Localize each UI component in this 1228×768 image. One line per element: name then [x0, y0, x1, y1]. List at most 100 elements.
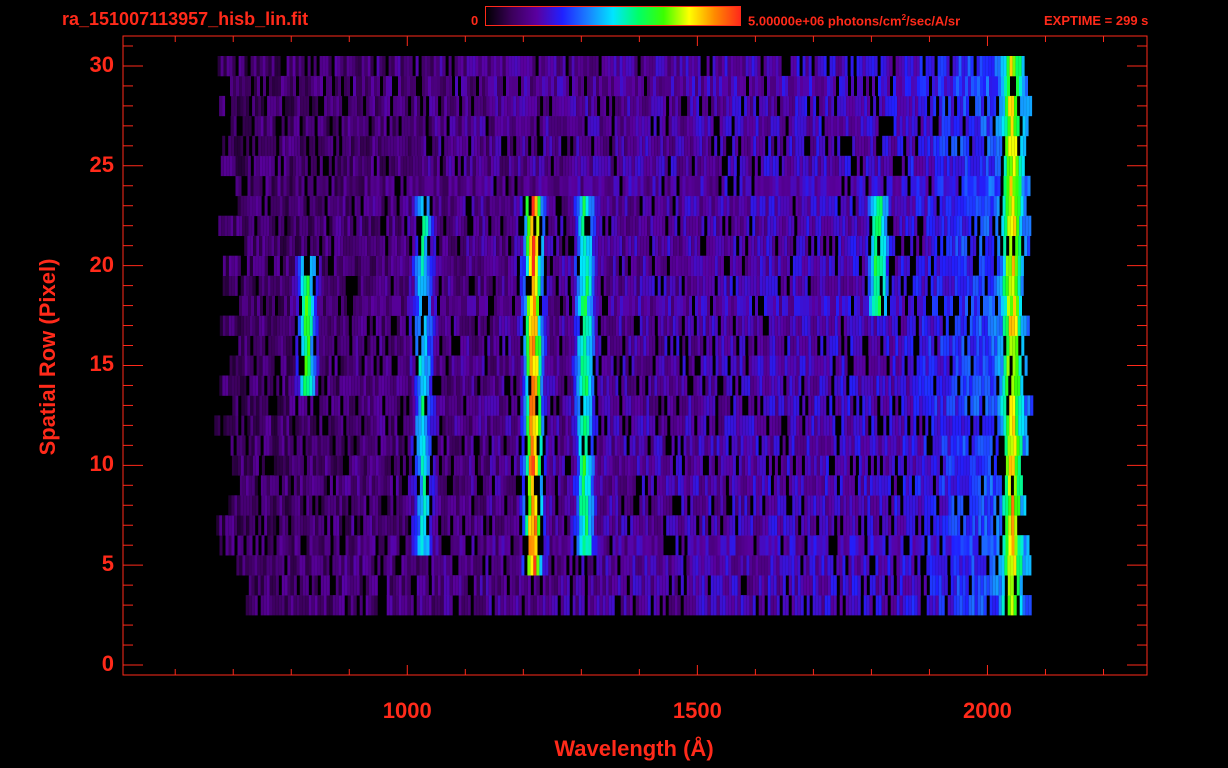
- heatmap-cell: [955, 355, 959, 376]
- heatmap-cell: [690, 535, 694, 556]
- heatmap-cell: [616, 335, 620, 356]
- heatmap-cell: [933, 455, 937, 476]
- heatmap-cell: [654, 375, 658, 396]
- heatmap-cell: [604, 395, 608, 416]
- heatmap-cell: [1024, 235, 1028, 256]
- heatmap-cell: [714, 255, 718, 276]
- heatmap-cell: [834, 315, 838, 336]
- heatmap-cell: [251, 575, 255, 596]
- heatmap-cell: [376, 415, 380, 436]
- heatmap-cell: [527, 575, 531, 596]
- heatmap-cell: [983, 215, 987, 236]
- heatmap-cell: [246, 515, 250, 536]
- heatmap-cell: [873, 535, 877, 556]
- heatmap-cell: [323, 215, 327, 236]
- heatmap-cell: [590, 555, 594, 576]
- heatmap-cell: [356, 295, 359, 316]
- heatmap-cell: [507, 535, 511, 556]
- heatmap-cell: [942, 375, 946, 396]
- heatmap-cell: [878, 595, 882, 616]
- heatmap-cell: [581, 295, 584, 316]
- heatmap-cell: [626, 555, 630, 576]
- heatmap-cell: [401, 295, 404, 316]
- heatmap-cell: [858, 275, 862, 296]
- heatmap-cell: [970, 175, 974, 197]
- heatmap-cell: [336, 255, 340, 276]
- heatmap-cell: [931, 355, 935, 376]
- heatmap-cell: [672, 375, 676, 396]
- heatmap-cell: [740, 295, 743, 316]
- heatmap-cell: [261, 535, 265, 556]
- heatmap-cell: [837, 315, 841, 336]
- heatmap-cell: [896, 435, 900, 456]
- heatmap-cell: [721, 175, 725, 197]
- heatmap-cell: [546, 255, 550, 276]
- heatmap-cell: [989, 595, 993, 616]
- heatmap-cell: [906, 495, 910, 516]
- heatmap-cell: [1018, 415, 1022, 436]
- heatmap-cell: [948, 275, 952, 296]
- heatmap-cell: [374, 575, 378, 596]
- heatmap-cell: [606, 375, 610, 396]
- heatmap-cell: [861, 195, 865, 217]
- heatmap-cell: [546, 495, 550, 516]
- heatmap-cell: [670, 415, 674, 436]
- heatmap-cell: [450, 255, 454, 276]
- heatmap-cell: [795, 455, 799, 476]
- heatmap-cell: [951, 495, 955, 516]
- heatmap-cell: [280, 355, 284, 376]
- heatmap-cell: [324, 495, 328, 516]
- heatmap-cell: [1000, 335, 1004, 356]
- heatmap-cell: [896, 575, 900, 596]
- heatmap-cell: [809, 215, 813, 236]
- heatmap-cell: [408, 375, 412, 396]
- heatmap-cell: [693, 375, 697, 396]
- heatmap-cell: [373, 335, 377, 356]
- heatmap-cell: [741, 455, 745, 476]
- heatmap-cell: [1014, 255, 1018, 276]
- heatmap-cell: [472, 235, 476, 256]
- heatmap-cell: [505, 415, 509, 436]
- heatmap-cell: [674, 575, 678, 596]
- heatmap-cell: [766, 335, 770, 356]
- heatmap-cell: [971, 595, 975, 616]
- heatmap-cell: [277, 395, 281, 416]
- heatmap-cell: [285, 455, 289, 476]
- heatmap-cell: [405, 535, 409, 556]
- heatmap-cell: [888, 535, 892, 556]
- heatmap-cell: [953, 575, 957, 596]
- heatmap-cell: [567, 255, 571, 276]
- heatmap-cell: [828, 515, 832, 536]
- heatmap-cell: [737, 435, 741, 456]
- heatmap-cell: [646, 335, 650, 356]
- heatmap-cell: [802, 335, 806, 356]
- heatmap-cell: [417, 515, 421, 536]
- heatmap-cell: [720, 255, 724, 276]
- heatmap-cell: [253, 175, 257, 197]
- heatmap-cell: [504, 455, 508, 476]
- heatmap-cell: [228, 375, 232, 396]
- heatmap-cell: [635, 295, 638, 316]
- heatmap-cell: [466, 415, 470, 436]
- heatmap-cell: [483, 535, 487, 556]
- heatmap-cell: [311, 575, 315, 596]
- heatmap-cell: [935, 435, 939, 456]
- heatmap-cell: [479, 435, 483, 456]
- heatmap-cell: [312, 315, 316, 336]
- heatmap-cell: [850, 335, 854, 356]
- heatmap-cell: [912, 275, 916, 296]
- heatmap-cell: [237, 535, 241, 556]
- heatmap-cell: [710, 595, 714, 616]
- heatmap-cell: [890, 295, 893, 316]
- heatmap-cell: [330, 195, 334, 217]
- heatmap-cell: [990, 535, 994, 556]
- heatmap-cell: [871, 415, 875, 436]
- heatmap-cell: [765, 495, 769, 516]
- heatmap-cell: [381, 515, 385, 536]
- heatmap-cell: [796, 415, 800, 436]
- heatmap-cell: [479, 575, 483, 596]
- heatmap-cell: [738, 495, 742, 516]
- heatmap-cell: [654, 455, 658, 476]
- heatmap-cell: [641, 575, 645, 596]
- heatmap-cell: [885, 515, 889, 536]
